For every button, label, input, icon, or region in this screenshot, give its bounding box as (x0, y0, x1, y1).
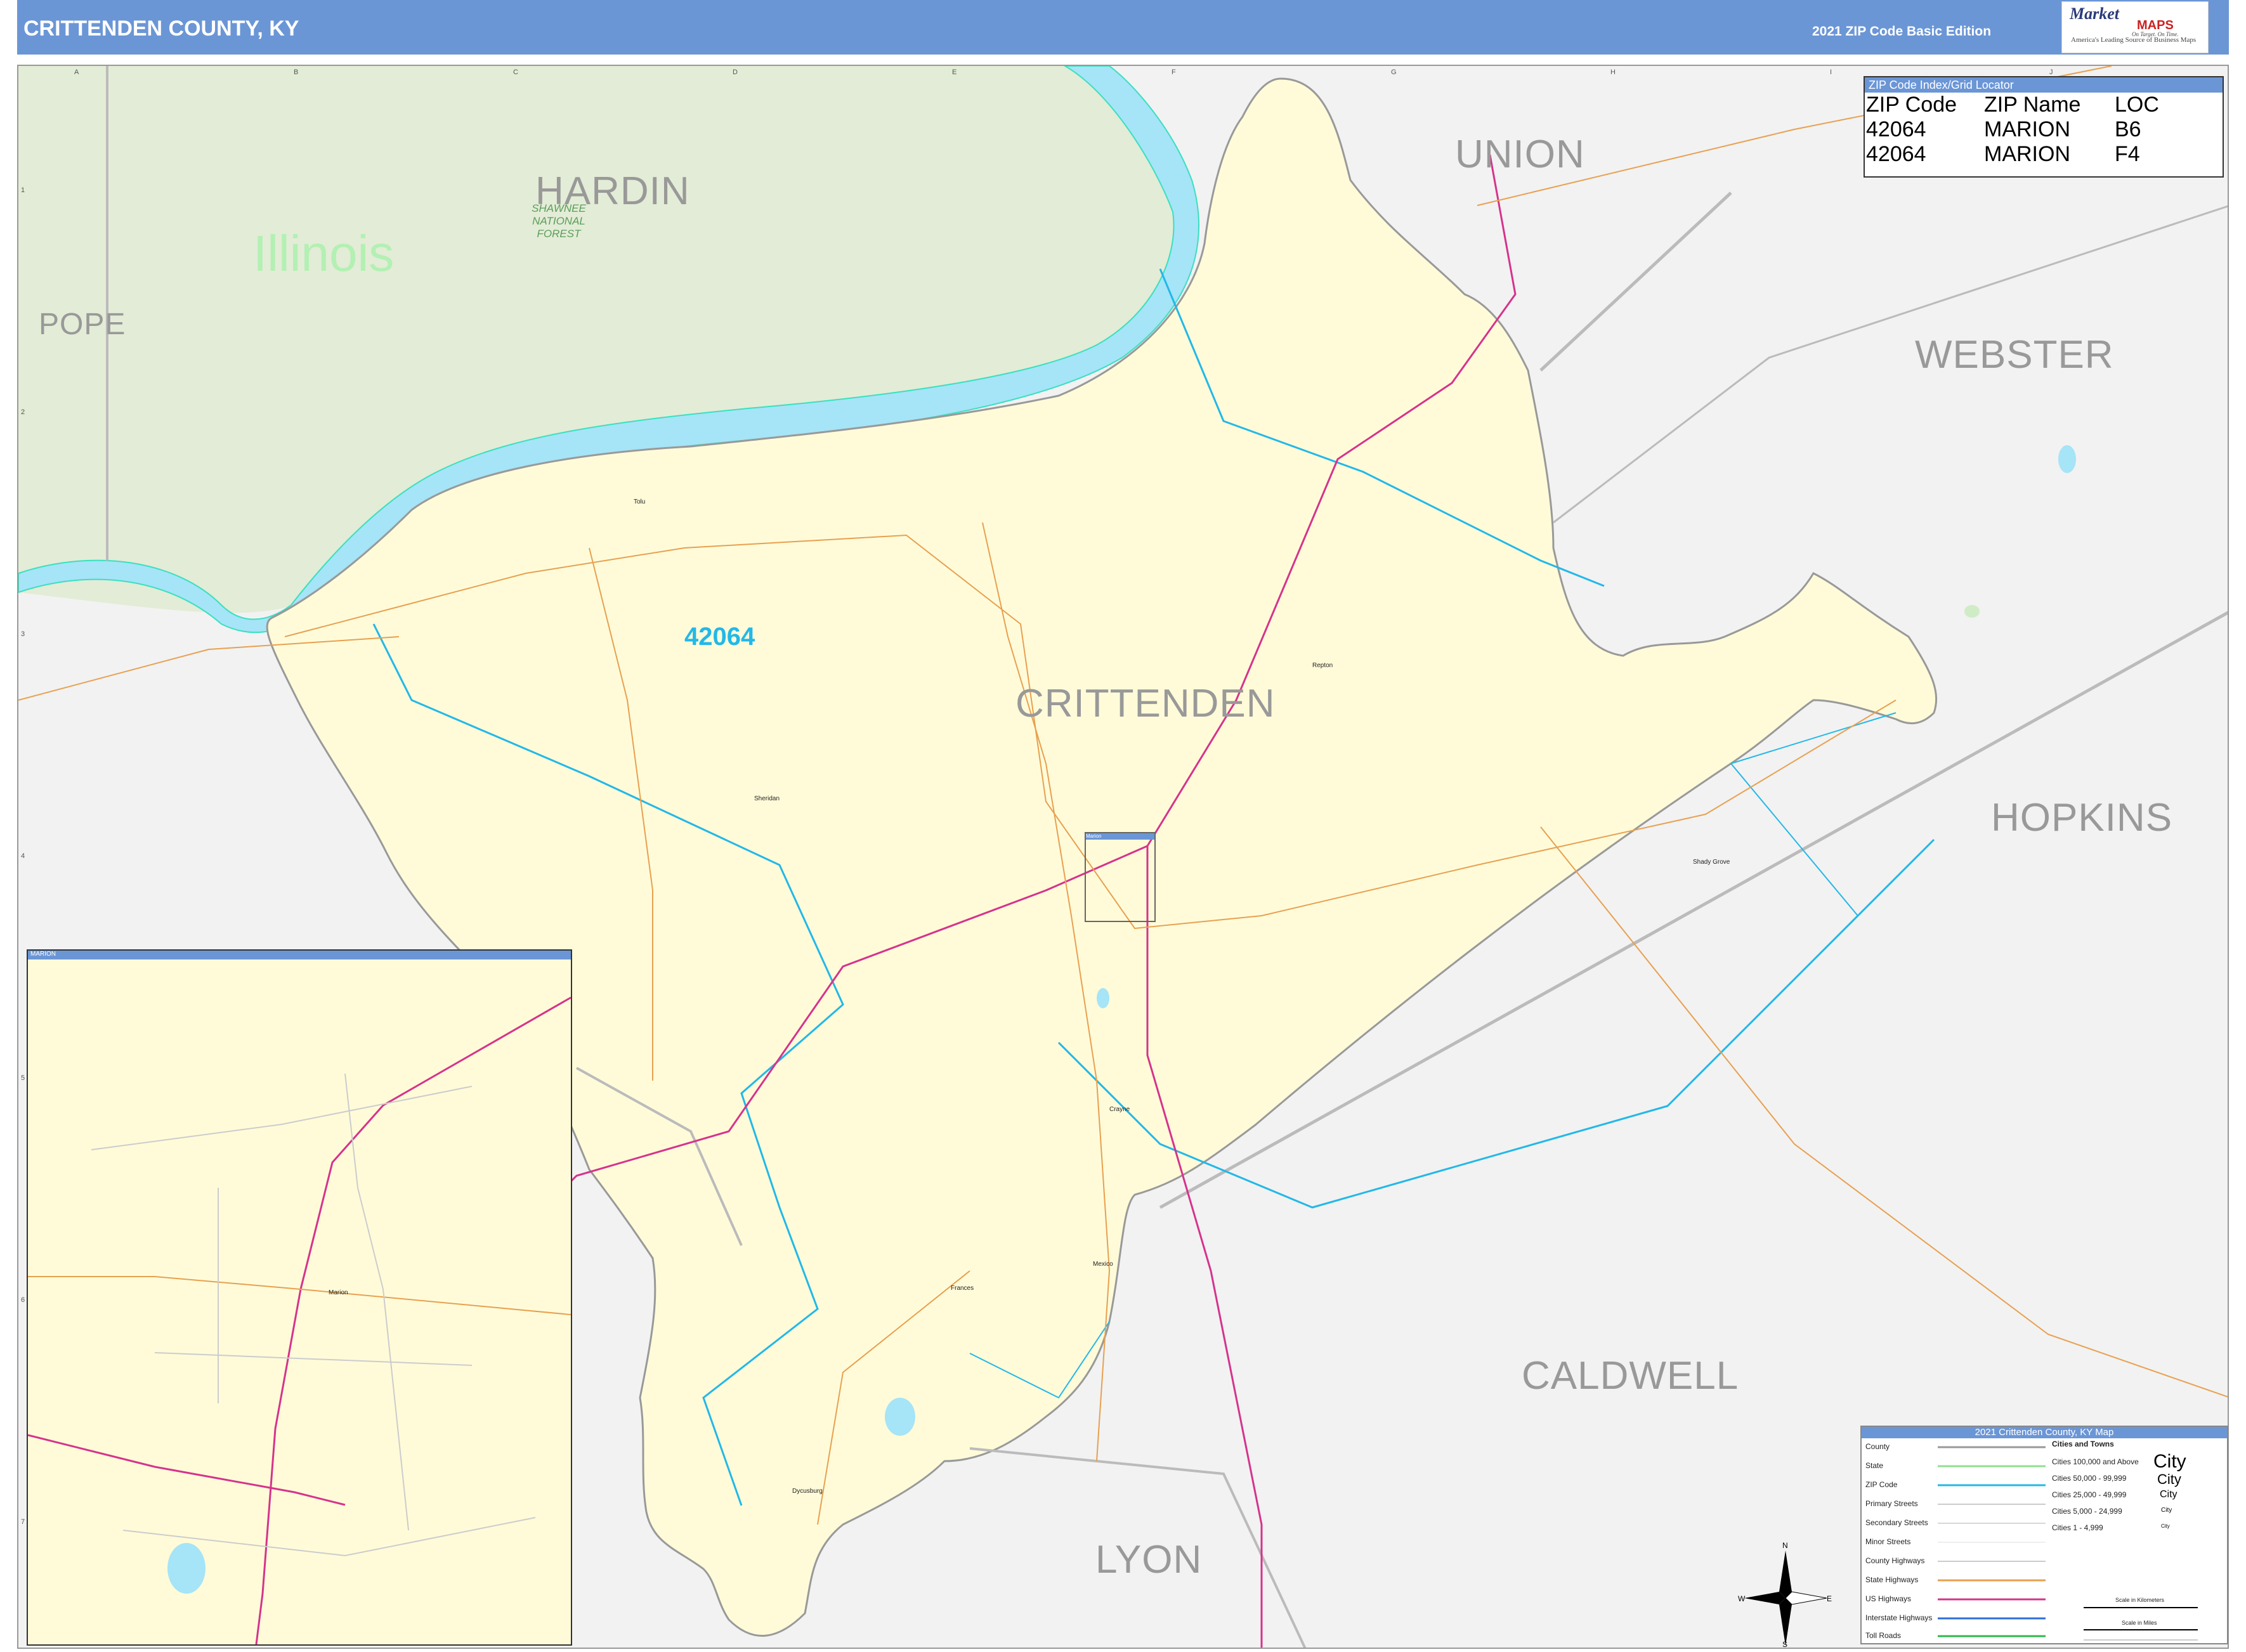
town-label-shady-grove: Shady Grove (1693, 859, 1730, 866)
legend-city-tier-5: Cities 1 - 4,999 (2052, 1523, 2103, 1532)
compass-s: S (1782, 1640, 1788, 1649)
zip-index-cell: B6 (2115, 117, 2141, 141)
compass-icon (1744, 1551, 1827, 1646)
legend-city-header: Cities and Towns (2052, 1440, 2114, 1448)
grid-row-6: 6 (21, 1296, 25, 1304)
zip-label-42064: 42064 (684, 623, 755, 651)
zip-index-row: 42064 MARION F4 (1866, 142, 2163, 167)
grid-col-j: J (2049, 68, 2053, 76)
logo-brand: Market (2070, 4, 2119, 23)
compass-w: W (1738, 1594, 1746, 1603)
grid-row-7: 7 (21, 1518, 25, 1526)
town-label-tolu: Tolu (634, 498, 646, 505)
legend-city-tier-2: Cities 50,000 - 99,999 (2052, 1474, 2127, 1483)
map-legend: 2021 Crittenden County, KY Map County St… (1860, 1426, 2228, 1644)
compass-n: N (1782, 1541, 1788, 1550)
zip-index-cell: MARION (1984, 142, 2070, 166)
county-label-webster: WEBSTER (1915, 333, 2114, 377)
edition-label: 2021 ZIP Code Basic Edition (1812, 24, 1992, 39)
market-maps-logo[interactable]: Market MAPS On Target. On Time. America'… (2061, 1, 2209, 53)
inset-locator-caption: Marion (1086, 833, 1154, 840)
state-label-illinois: Illinois (253, 225, 395, 282)
zip-index-row: 42064 MARION B6 (1866, 117, 2163, 142)
county-label-union: UNION (1455, 133, 1585, 176)
county-label-hopkins: HOPKINS (1991, 796, 2173, 840)
grid-col-g: G (1391, 68, 1397, 76)
zip-index-header: ZIP Code (1866, 93, 1957, 117)
zip-index-cell: MARION (1984, 117, 2070, 141)
legend-city-sample-2: City (2157, 1471, 2181, 1487)
inset-caption: MARION (28, 951, 571, 959)
map-title: CRITTENDEN COUNTY, KY (23, 16, 299, 41)
county-label-lyon: LYON (1095, 1538, 1203, 1582)
compass-rose: N S W E (1738, 1541, 1833, 1649)
town-label-mexico: Mexico (1093, 1261, 1113, 1268)
grid-col-i: I (1830, 68, 1832, 76)
zip-index-table: ZIP Code Index/Grid Locator ZIP Code ZIP… (1864, 76, 2224, 178)
legend-scale-mi: Scale in Miles (2122, 1620, 2157, 1626)
zip-index-header: LOC (2115, 93, 2159, 117)
grid-col-e: E (952, 68, 957, 76)
header-bar: CRITTENDEN COUNTY, KY 2021 ZIP Code Basi… (17, 0, 2229, 55)
zip-index-header-row: ZIP Code ZIP Name LOC (1866, 93, 2163, 117)
legend-scale-km: Scale in Kilometers (2115, 1597, 2165, 1603)
town-label-frances: Frances (951, 1285, 974, 1292)
logo-tagline: America's Leading Source of Business Map… (2071, 36, 2197, 44)
inset-town-label-marion: Marion (329, 1289, 348, 1296)
legend-city-tier-1: Cities 100,000 and Above (2052, 1457, 2139, 1466)
zip-index-cell: F4 (2115, 142, 2140, 166)
county-label-pope: POPE (39, 308, 126, 341)
county-label-caldwell: CALDWELL (1522, 1354, 1739, 1398)
grid-col-h: H (1610, 68, 1616, 76)
inset-locator-box[interactable]: Marion (1085, 832, 1156, 922)
zip-index-cell: 42064 (1866, 142, 1926, 166)
grid-row-5: 5 (21, 1074, 25, 1082)
inset-canvas (28, 996, 571, 1644)
town-label-sheridan: Sheridan (754, 795, 780, 802)
county-label-crittenden: CRITTENDEN (1015, 682, 1276, 725)
legend-city-tier-3: Cities 25,000 - 49,999 (2052, 1490, 2127, 1499)
grid-col-a: A (74, 68, 79, 76)
legend-city-sample-1: City (2153, 1451, 2186, 1472)
town-label-dycusburg: Dycusburg (792, 1488, 823, 1495)
grid-col-d: D (733, 68, 738, 76)
grid-col-f: F (1172, 68, 1176, 76)
compass-e: E (1827, 1594, 1832, 1603)
grid-row-3: 3 (21, 630, 25, 638)
legend-city-sample-4: City (2161, 1507, 2172, 1514)
legend-city-sample-3: City (2160, 1489, 2177, 1500)
zip-index-cell: 42064 (1866, 117, 1926, 141)
grid-row-4: 4 (21, 852, 25, 860)
town-label-crayne: Crayne (1109, 1106, 1130, 1113)
marion-inset-map[interactable]: MARION Marion (27, 949, 572, 1646)
zip-index-header: ZIP Name (1984, 93, 2081, 117)
grid-col-c: C (513, 68, 518, 76)
grid-row-2: 2 (21, 408, 25, 416)
grid-col-b: B (294, 68, 299, 76)
forest-label: SHAWNEE NATIONAL FOREST (532, 202, 586, 240)
zip-index-grid: ZIP Code ZIP Name LOC 42064 MARION B6 42… (1866, 93, 2163, 167)
town-label-repton: Repton (1312, 662, 1333, 669)
legend-city-tier-4: Cities 5,000 - 24,999 (2052, 1507, 2122, 1516)
grid-row-1: 1 (21, 186, 25, 194)
legend-city-sample-5: City (2161, 1523, 2170, 1529)
zip-index-caption: ZIP Code Index/Grid Locator (1865, 77, 2223, 93)
